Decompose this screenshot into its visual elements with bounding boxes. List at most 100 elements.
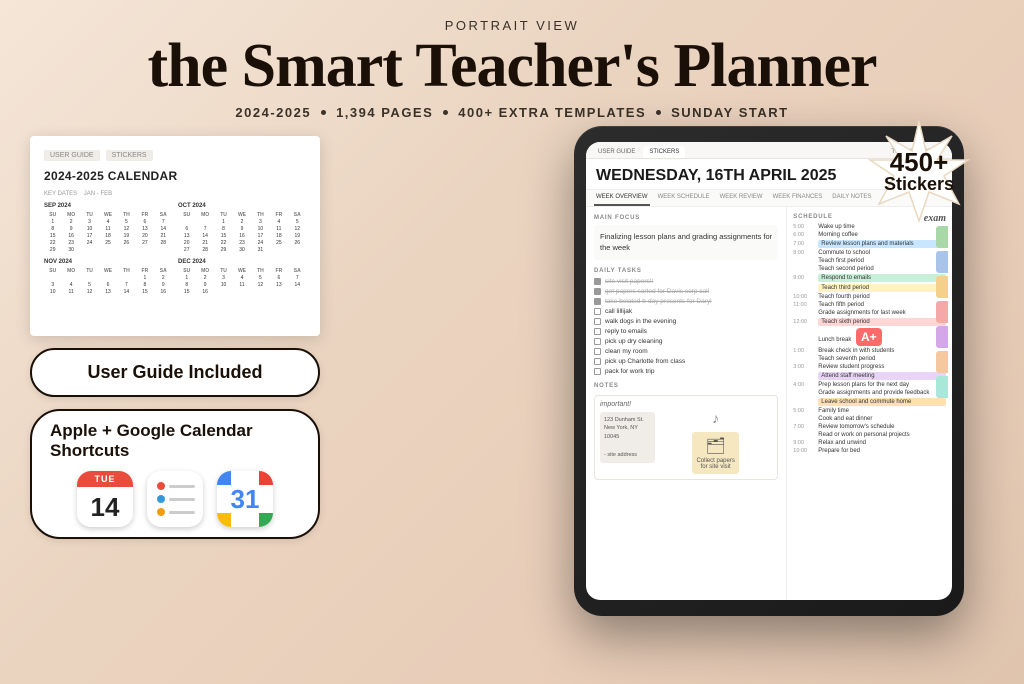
task-text-5: walk dogs in the evening [605, 318, 676, 325]
task-check-5 [594, 318, 601, 325]
sched-staff: Attend staff meeting [793, 372, 946, 380]
sched-second: Teach second period [793, 266, 946, 272]
user-guide-badge: User Guide Included [30, 348, 320, 397]
main-title: the Smart Teacher's Planner [148, 35, 877, 97]
schedule-label: SCHEDULE [793, 214, 832, 220]
notes-address: 123 Dunham St.New York, NY 10045- site a… [600, 412, 655, 464]
stickers-badge: 450+ Stickers [864, 116, 974, 226]
mini-cal-nov: NOV 2024 SUMOTUWETHFRSA 12 3456789 10111… [44, 259, 172, 295]
notes-sketch: 123 Dunham St.New York, NY 10045- site a… [600, 412, 772, 474]
stickers-star-shape: 450+ Stickers [864, 116, 974, 226]
task-10: pack for work trip [594, 368, 778, 375]
mini-cal-sep: SEP 2024 SUMOTUWETHFRSA 1234567 89101112… [44, 203, 172, 253]
paper-calendar-title: 2024-2025 CALENDAR [44, 169, 306, 183]
sched-family: 5:00 Family time [793, 408, 946, 414]
daily-tasks-label: DAILY TASKS [594, 268, 778, 274]
paper-subtitle: KEY DATES JAN - FEB [44, 191, 306, 197]
task-5: walk dogs in the evening [594, 318, 778, 325]
content-area: USER GUIDE STICKERS 2024-2025 CALENDAR K… [0, 136, 1024, 616]
sched-coffee: 6:00 Morning coffee [793, 232, 946, 238]
task-3: take belated b-day presents for Daryl [594, 298, 778, 305]
screen-nav-week-schedule[interactable]: WEEK SCHEDULE [656, 190, 712, 206]
task-check-6 [594, 328, 601, 335]
grade-badge: A+ [856, 328, 882, 346]
sched-third: Teach third period [793, 284, 946, 292]
calendar-shortcuts-title: Apple + Google Calendar Shortcuts [50, 421, 300, 461]
gcal-corner-tl [217, 471, 231, 485]
screen-nav-week-finances[interactable]: WEEK FINANCES [771, 190, 825, 206]
sched-lunch: Lunch break A+ [793, 328, 946, 346]
reminder-dot-red [157, 482, 165, 490]
apple-cal-number: 14 [77, 487, 133, 527]
task-1: site visit papers!! [594, 278, 778, 285]
reminder-row-1 [157, 482, 195, 490]
sched-personal: Read or work on personal projects [793, 432, 946, 438]
gcal-corner-bl [217, 513, 231, 527]
task-check-9 [594, 358, 601, 365]
sched-commute: 8:00 Commute to school [793, 250, 946, 256]
screen-body: MAIN FOCUS Finalizing lesson plans and g… [586, 207, 952, 600]
reminder-line-1 [169, 485, 195, 488]
subtitle-row: 2024-2025 1,394 PAGES 400+ EXTRA TEMPLAT… [235, 105, 788, 120]
portrait-label: PORTRAIT VIEW [445, 18, 580, 33]
task-text-10: pack for work trip [605, 368, 655, 375]
reminder-dot-blue [157, 495, 165, 503]
gcal-corner-tr [259, 471, 273, 485]
reminder-dot-orange [157, 508, 165, 516]
main-focus-box: Finalizing lesson plans and grading assi… [594, 225, 778, 260]
task-text-6: reply to emails [605, 328, 647, 335]
dot-2 [443, 110, 448, 115]
screen-tab-guide: USER GUIDE [592, 146, 641, 158]
main-focus-label: MAIN FOCUS [594, 215, 778, 221]
stickers-number: 450+ [884, 149, 954, 175]
task-check-1 [594, 278, 601, 285]
sched-leave: Leave school and commute home [793, 398, 946, 406]
task-check-10 [594, 368, 601, 375]
schedule-list: 5:00 Wake up time 6:00 Morning coffee 7:… [793, 224, 946, 454]
collect-icon: 🗂 [696, 436, 734, 456]
side-tabs [936, 226, 948, 398]
sched-respond: 9:00 Respond to emails [793, 274, 946, 282]
sched-relax: 9:00 Relax and unwind [793, 440, 946, 446]
side-tab-orange [936, 351, 948, 373]
task-check-8 [594, 348, 601, 355]
musical-note-icon: ♪ [712, 412, 719, 428]
notes-box: important! 123 Dunham St.New York, NY 10… [594, 395, 778, 480]
sched-first: Teach first period [793, 258, 946, 264]
task-text-9: pick up Charlotte from class [605, 358, 685, 365]
gcal-corner-br [259, 513, 273, 527]
subtitle-year: 2024-2025 [235, 105, 311, 120]
sched-seventh: Teach seventh period [793, 356, 946, 362]
task-check-7 [594, 338, 601, 345]
subtitle-pages: 1,394 PAGES [336, 105, 433, 120]
subtitle-templates: 400+ EXTRA TEMPLATES [458, 105, 646, 120]
google-cal-number: 31 [231, 484, 260, 515]
task-4: call lillijak [594, 308, 778, 315]
notes-label: NOTES [594, 383, 778, 389]
sched-prep: 4:00 Prep lesson plans for the next day [793, 382, 946, 388]
sched-fourth: 10:00 Teach fourth period [793, 294, 946, 300]
screen-nav-week-review[interactable]: WEEK REVIEW [718, 190, 765, 206]
mini-cal-oct: OCT 2024 SUMOTUWETHFRSA 12345 6789101112… [178, 203, 306, 253]
sched-sixth: 12:00 Teach sixth period [793, 318, 946, 326]
paper-calendar-grid: SEP 2024 SUMOTUWETHFRSA 1234567 89101112… [44, 203, 306, 295]
sched-cook: Cook and eat dinner [793, 416, 946, 422]
dot-3 [656, 110, 661, 115]
task-text-2: get papers sorted for Davis corp call [605, 288, 709, 295]
paper-tabs: USER GUIDE STICKERS [44, 150, 306, 161]
notes-important: important! [600, 401, 772, 408]
calendar-icons-row: TUE 14 [77, 471, 273, 527]
task-9: pick up Charlotte from class [594, 358, 778, 365]
sched-review: 7:00 Review lesson plans and materials [793, 240, 946, 248]
task-check-4 [594, 308, 601, 315]
sched-fifth: 11:00 Teach fifth period [793, 302, 946, 308]
sched-tomorrow: 7:00 Review tomorrow's schedule [793, 424, 946, 430]
screen-nav-week-overview[interactable]: WEEK OVERVIEW [594, 190, 650, 206]
sched-checkin: 1:00 Break check in with students [793, 348, 946, 354]
screen-right-col: SCHEDULE exam 5:00 Wake up time 6:00 [787, 207, 952, 600]
task-check-2 [594, 288, 601, 295]
reminders-icon [147, 471, 203, 527]
apple-calendar-icon: TUE 14 [77, 471, 133, 527]
task-7: pick up dry cleaning [594, 338, 778, 345]
side-tab-blue [936, 251, 948, 273]
